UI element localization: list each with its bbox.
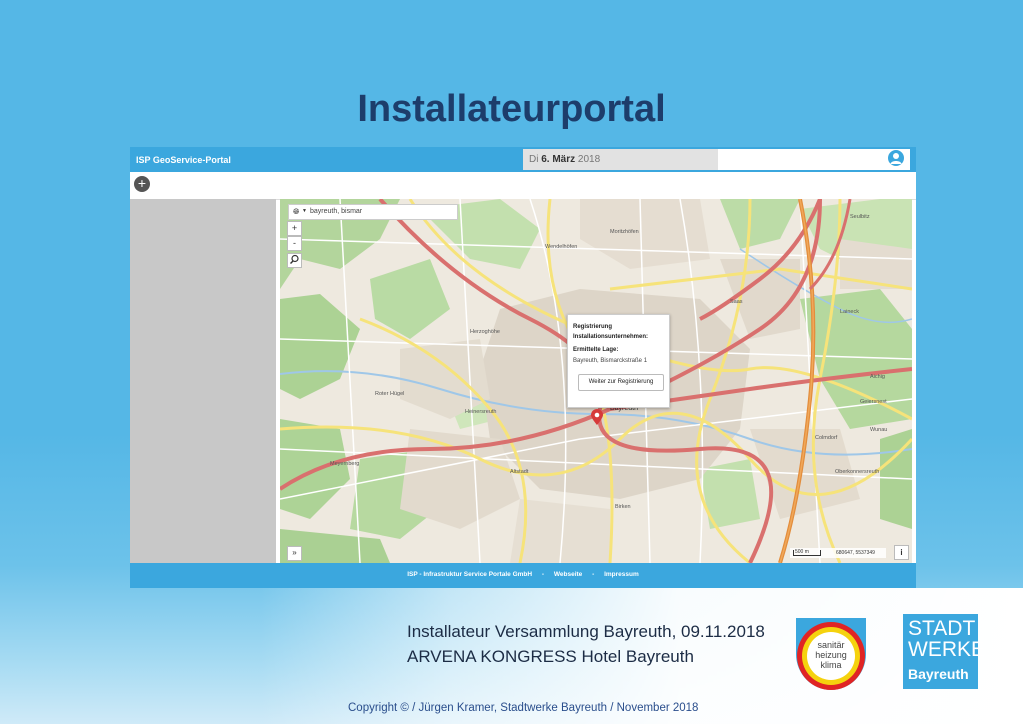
copyright-text: Copyright © / Jürgen Kramer, Stadtwerke … bbox=[348, 702, 699, 714]
toolbar: + bbox=[130, 172, 916, 200]
app-brand[interactable]: ISP GeoService-Portal bbox=[136, 155, 231, 165]
map-label: Herzoghöhe bbox=[470, 329, 500, 335]
expand-panel-button[interactable]: » bbox=[287, 546, 302, 561]
event-line-1: Installateur Versammlung Bayreuth, 09.11… bbox=[407, 622, 765, 641]
footer-link-website[interactable]: Webseite bbox=[554, 571, 582, 578]
map-label: Colmdorf bbox=[815, 435, 838, 441]
header-right-area bbox=[718, 149, 910, 170]
footer-link-imprint[interactable]: Impressum bbox=[604, 571, 639, 578]
map-label: Geiersnest bbox=[860, 399, 887, 405]
map-label: Laineck bbox=[840, 309, 859, 315]
logo-text-stadt: STADT bbox=[908, 617, 976, 640]
side-panel bbox=[130, 199, 276, 563]
map-view[interactable]: Bayreuth Herzoghöhe Meyernberg Heinersre… bbox=[280, 199, 912, 563]
footer-text: ISP - Infrastruktur Service Portale GmbH… bbox=[130, 571, 916, 578]
map-label: Moritzhöfen bbox=[610, 229, 639, 235]
badge-line-1: sanitär bbox=[817, 640, 844, 650]
add-button[interactable]: + bbox=[134, 176, 150, 192]
map-coordinates: 680647, 5537349 bbox=[836, 550, 875, 556]
footer-company: ISP - Infrastruktur Service Portale GmbH bbox=[407, 571, 533, 578]
footer-separator: - bbox=[592, 571, 595, 578]
location-pin-icon[interactable] bbox=[591, 409, 603, 430]
zoom-in-button[interactable]: + bbox=[287, 221, 302, 236]
zoom-out-button[interactable]: - bbox=[287, 236, 302, 251]
map-label: Roter Hügel bbox=[375, 391, 405, 397]
continue-registration-button[interactable]: Weiter zur Registrierung bbox=[578, 374, 664, 391]
map-label: Wunau bbox=[870, 427, 888, 433]
chevron-down-icon[interactable]: ▼ bbox=[302, 208, 307, 214]
badge-line-3: klima bbox=[820, 660, 841, 670]
date-day: Di bbox=[529, 154, 539, 165]
map-label: Seulbitz bbox=[850, 214, 870, 220]
logo-text-bayreuth: Bayreuth bbox=[908, 666, 969, 682]
date-text: Di 6. März 2018 bbox=[529, 154, 600, 165]
popup-line-3: Ermittelte Lage: bbox=[573, 347, 619, 353]
date-display: Di 6. März 2018 bbox=[523, 149, 718, 170]
popup-line-2: Installationsunternehmen: bbox=[573, 334, 649, 340]
map-label: Birken bbox=[615, 504, 631, 510]
map-label: Wendelhöfen bbox=[545, 244, 578, 250]
map-label: Oberkonnersreuth bbox=[835, 469, 880, 475]
map-scale: 500 m 680647, 5537349 bbox=[790, 548, 886, 558]
globe-icon[interactable]: 🌐︎ bbox=[293, 207, 299, 217]
map-label: Meyernberg bbox=[330, 461, 360, 467]
event-line-2: ARVENA KONGRESS Hotel Bayreuth bbox=[407, 647, 694, 666]
date-bold: 6. März bbox=[541, 154, 576, 165]
registration-popup: Registrierung Installationsunternehmen: … bbox=[567, 314, 670, 408]
sanitaer-heizung-klima-logo: sanitär heizung klima bbox=[792, 614, 870, 694]
slide-title: Installateurportal bbox=[357, 88, 666, 130]
app-window: ISP GeoService-Portal Di 6. März 2018 + bbox=[130, 147, 916, 588]
map-search-input[interactable]: 🌐︎ ▼ bayreuth, bismar bbox=[288, 204, 458, 220]
app-footer: ISP - Infrastruktur Service Portale GmbH… bbox=[130, 563, 916, 588]
search-value[interactable]: bayreuth, bismar bbox=[310, 208, 362, 215]
map-label: Saas bbox=[730, 299, 743, 305]
search-icon bbox=[290, 254, 299, 264]
map-label: Altstadt bbox=[510, 469, 529, 475]
app-header: ISP GeoService-Portal Di 6. März 2018 bbox=[130, 147, 916, 172]
stadtwerke-bayreuth-logo: STADT WERKE Bayreuth bbox=[903, 614, 985, 689]
user-avatar-icon[interactable] bbox=[888, 150, 904, 166]
map-label: Aichig bbox=[870, 374, 885, 380]
scale-label: 500 m bbox=[795, 549, 809, 555]
zoom-extent-button[interactable] bbox=[287, 253, 302, 268]
popup-address: Bayreuth, Bismarckstraße 1 bbox=[573, 358, 648, 364]
info-button[interactable]: i bbox=[894, 545, 909, 560]
footer-separator: - bbox=[541, 571, 545, 578]
date-year: 2018 bbox=[577, 154, 601, 165]
map-label: Heinersreuth bbox=[465, 409, 497, 415]
popup-line-1: Registrierung bbox=[573, 324, 613, 330]
badge-line-2: heizung bbox=[815, 650, 847, 660]
logo-text-werke: WERKE bbox=[908, 638, 986, 661]
